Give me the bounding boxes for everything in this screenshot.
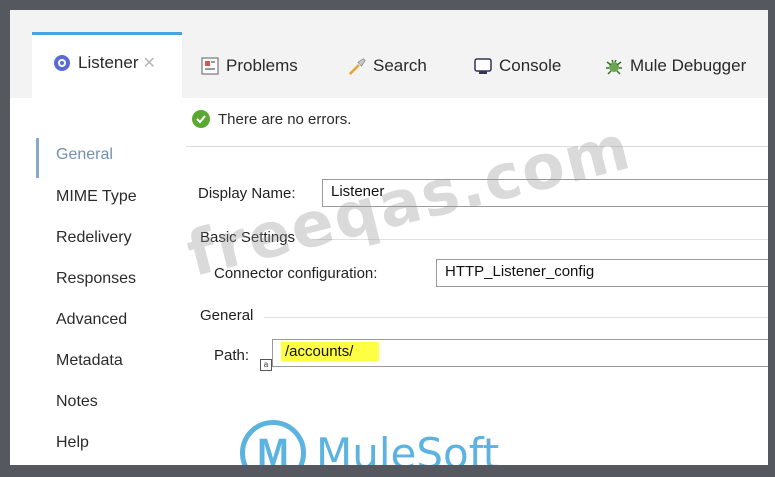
properties-panel: Listener ✕ Problems Search Console Mule … bbox=[10, 10, 768, 465]
console-icon bbox=[473, 56, 493, 76]
nav-item-advanced[interactable]: Advanced bbox=[56, 311, 127, 329]
nav-item-notes[interactable]: Notes bbox=[56, 393, 98, 411]
path-field[interactable]: /accounts/ bbox=[272, 339, 768, 367]
ok-check-icon bbox=[192, 110, 210, 128]
basic-settings-label: Basic Settings bbox=[200, 229, 296, 246]
tab-mule-debugger-label: Mule Debugger bbox=[630, 56, 747, 75]
mulesoft-logo: M MuleSoft bbox=[240, 420, 499, 465]
nav-item-redelivery[interactable]: Redelivery bbox=[56, 229, 132, 247]
path-value: /accounts/ bbox=[281, 342, 380, 361]
tab-listener[interactable]: Listener ✕ bbox=[32, 32, 182, 98]
tab-bar: Listener ✕ Problems Search Console Mule … bbox=[10, 10, 768, 98]
tab-console-label: Console bbox=[499, 56, 562, 75]
debugger-icon bbox=[604, 56, 624, 76]
connector-configuration-label: Connector configuration: bbox=[214, 265, 378, 282]
mulesoft-logo-text: MuleSoft bbox=[316, 428, 500, 466]
search-icon bbox=[347, 56, 367, 76]
connector-configuration-field[interactable]: HTTP_Listener_config bbox=[436, 259, 768, 287]
path-label: Path: bbox=[214, 347, 250, 364]
frame-right-border bbox=[768, 0, 775, 477]
status-text: There are no errors. bbox=[218, 110, 352, 128]
nav-item-general[interactable]: General bbox=[56, 146, 113, 164]
tab-listener-label: Listener bbox=[78, 53, 139, 72]
window-frame: Listener ✕ Problems Search Console Mule … bbox=[0, 0, 775, 477]
tab-mule-debugger[interactable]: Mule Debugger bbox=[604, 46, 746, 86]
form-area: Display Name: Listener Basic Settings Co… bbox=[186, 146, 768, 465]
tab-problems[interactable]: Problems bbox=[200, 46, 298, 86]
mulesoft-logo-icon: M bbox=[240, 420, 306, 465]
general-group-label: General bbox=[200, 307, 254, 324]
tab-problems-label: Problems bbox=[226, 56, 298, 75]
display-name-field[interactable]: Listener bbox=[322, 179, 768, 207]
content-area: There are no errors. Display Name: Liste… bbox=[182, 98, 768, 465]
tab-search-label: Search bbox=[373, 56, 427, 75]
display-name-label: Display Name: bbox=[198, 185, 296, 202]
tab-search[interactable]: Search bbox=[347, 46, 427, 86]
listener-icon bbox=[52, 53, 72, 73]
nav-item-responses[interactable]: Responses bbox=[56, 270, 136, 288]
nav-item-help[interactable]: Help bbox=[56, 434, 89, 452]
tab-console[interactable]: Console bbox=[473, 46, 561, 86]
nav-item-metadata[interactable]: Metadata bbox=[56, 352, 123, 370]
basic-settings-divider bbox=[312, 239, 768, 240]
frame-left-border bbox=[0, 0, 10, 477]
close-icon[interactable]: ✕ bbox=[142, 53, 155, 73]
nav-item-mime-type[interactable]: MIME Type bbox=[56, 188, 137, 206]
frame-bottom-border bbox=[0, 465, 775, 477]
frame-top-border bbox=[0, 0, 775, 10]
info-decorator-icon: a bbox=[260, 359, 272, 371]
left-navigation: General MIME Type Redelivery Responses A… bbox=[32, 98, 183, 465]
general-divider bbox=[264, 317, 768, 318]
status-message: There are no errors. bbox=[192, 110, 351, 128]
nav-active-marker bbox=[36, 138, 39, 178]
problems-icon bbox=[200, 56, 220, 76]
